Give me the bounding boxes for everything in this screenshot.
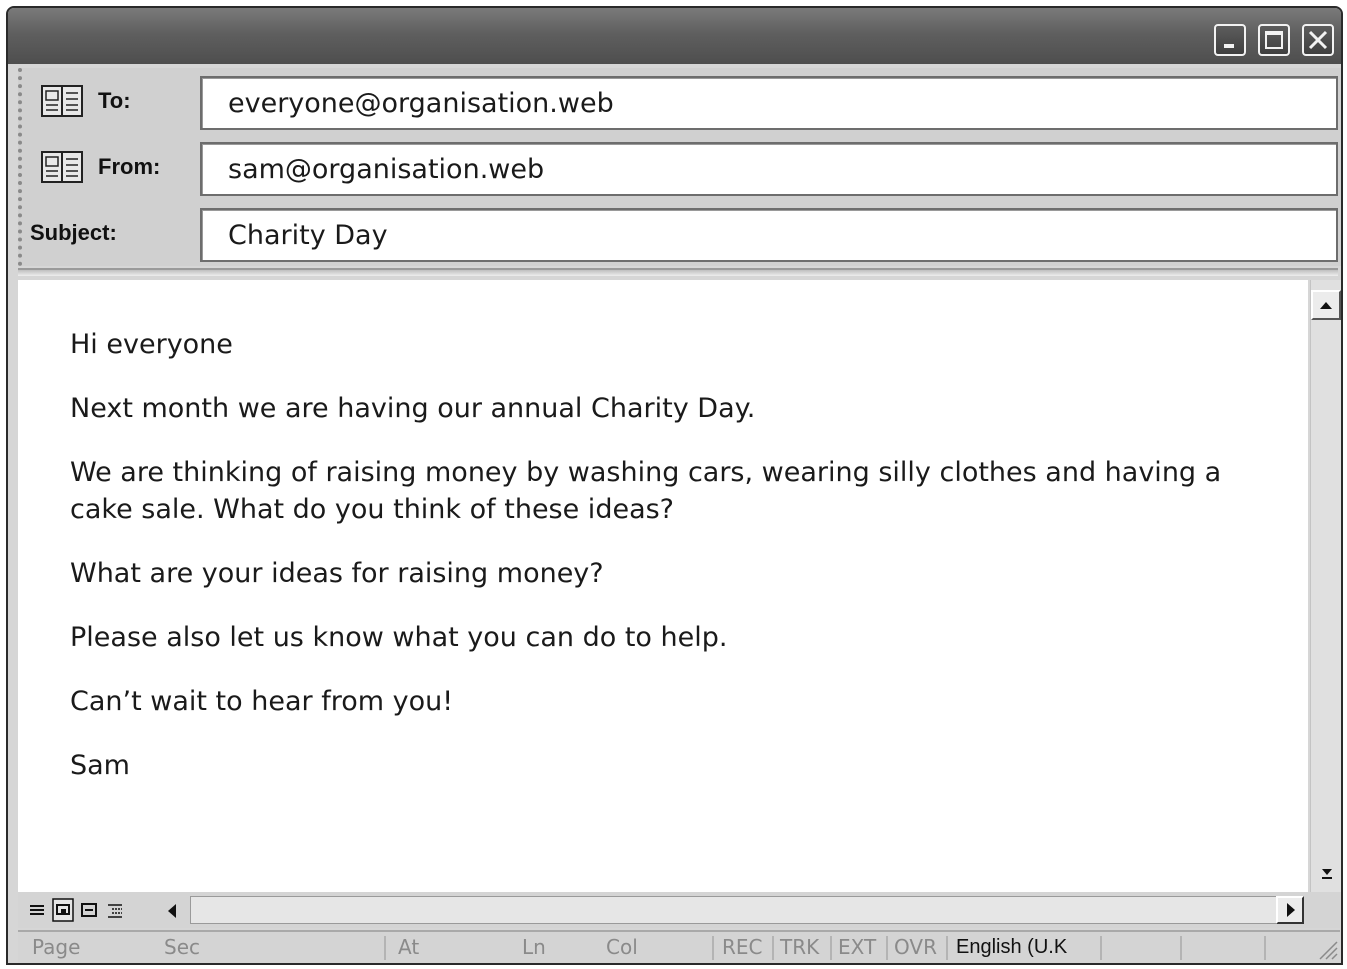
subject-row: Subject: Charity Day	[22, 204, 1341, 262]
subject-field[interactable]: Charity Day	[200, 208, 1338, 262]
status-divider	[830, 936, 832, 960]
email-window: To: everyone@organisation.web From: sam@…	[6, 6, 1343, 965]
status-divider	[1180, 936, 1182, 960]
scroll-left-icon[interactable]	[162, 900, 184, 922]
address-book-icon[interactable]	[40, 83, 84, 119]
arrow-up-icon	[1320, 302, 1332, 309]
status-divider	[712, 936, 714, 960]
page-down-icon[interactable]	[1319, 866, 1335, 884]
from-label: From:	[98, 154, 161, 179]
to-row: To: everyone@organisation.web	[22, 72, 1341, 130]
status-language[interactable]: English (U.K	[956, 932, 1067, 963]
title-bar[interactable]	[8, 8, 1341, 64]
status-divider	[1264, 936, 1266, 960]
horizontal-scrollbar[interactable]	[190, 896, 1300, 924]
close-icon	[1308, 30, 1328, 50]
status-bar: Page Sec At Ln Col REC TRK EXT OVR Engli…	[18, 930, 1340, 963]
body-line-help: Please also let us know what you can do …	[70, 622, 728, 653]
from-field[interactable]: sam@organisation.web	[200, 142, 1338, 196]
body-line-ideas: We are thinking of raising money by wash…	[70, 457, 1222, 525]
close-button[interactable]	[1302, 24, 1334, 56]
status-divider	[946, 936, 948, 960]
from-row: From: sam@organisation.web	[22, 138, 1341, 196]
status-divider	[772, 936, 774, 960]
print-layout-view-icon[interactable]	[78, 898, 100, 922]
status-at: At	[398, 935, 420, 959]
maximize-icon	[1265, 31, 1283, 49]
to-label: To:	[98, 88, 131, 113]
message-header: To: everyone@organisation.web From: sam@…	[18, 68, 1341, 266]
body-line-question: What are your ideas for raising money?	[70, 558, 604, 589]
status-ovr[interactable]: OVR	[894, 932, 937, 963]
body-line-greeting: Hi everyone	[70, 329, 233, 360]
arrow-right-icon	[1287, 903, 1295, 917]
status-page: Page	[32, 935, 81, 959]
subject-label: Subject:	[30, 220, 117, 245]
view-and-scroll-bar	[18, 892, 1340, 928]
status-trk[interactable]: TRK	[780, 932, 819, 963]
status-ext[interactable]: EXT	[838, 932, 876, 963]
status-rec[interactable]: REC	[722, 932, 763, 963]
address-book-icon[interactable]	[40, 149, 84, 185]
outline-view-icon[interactable]	[104, 898, 126, 922]
maximize-button[interactable]	[1258, 24, 1290, 56]
body-line-signature: Sam	[70, 750, 130, 781]
minimize-icon	[1224, 44, 1234, 48]
minimize-button[interactable]	[1214, 24, 1246, 56]
to-field[interactable]: everyone@organisation.web	[200, 76, 1338, 130]
message-body[interactable]: Hi everyone Next month we are having our…	[18, 280, 1308, 892]
to-label-group: To:	[40, 72, 131, 130]
from-field-value: sam@organisation.web	[228, 154, 545, 185]
status-column: Col	[606, 935, 638, 959]
scroll-up-button[interactable]	[1311, 290, 1341, 320]
status-divider	[886, 936, 888, 960]
header-divider	[18, 268, 1338, 276]
web-layout-view-icon[interactable]	[52, 898, 74, 922]
status-divider	[1100, 936, 1102, 960]
status-section: Sec	[164, 935, 200, 959]
to-field-value: everyone@organisation.web	[228, 88, 614, 119]
status-line: Ln	[522, 935, 546, 959]
scroll-right-button[interactable]	[1276, 896, 1304, 924]
normal-view-icon[interactable]	[26, 898, 48, 922]
body-line-announcement: Next month we are having our annual Char…	[70, 393, 756, 424]
resize-grip-icon[interactable]	[1316, 938, 1338, 960]
subject-field-value: Charity Day	[228, 220, 388, 251]
vertical-scrollbar[interactable]	[1310, 280, 1341, 892]
status-divider	[384, 936, 386, 960]
body-line-closing: Can’t wait to hear from you!	[70, 686, 454, 717]
from-label-group: From:	[40, 138, 160, 196]
